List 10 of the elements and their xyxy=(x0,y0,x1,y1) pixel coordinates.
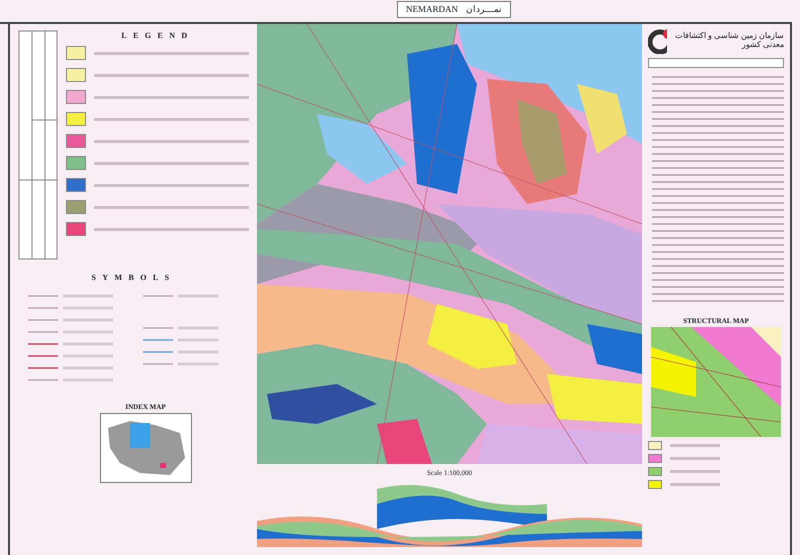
illegible-description xyxy=(670,456,720,460)
illegible-description xyxy=(670,444,720,446)
symbols-heading: SYMBOLS xyxy=(90,272,176,284)
map-title: NEMARDAN xyxy=(406,2,458,16)
legend-heading: LEGEND xyxy=(120,30,195,42)
illegible-description xyxy=(670,482,720,486)
logo-icon xyxy=(648,28,668,54)
publisher-name: سازمان زمین شناسی و اکتشافات معدنی کشور xyxy=(674,32,784,50)
illegible-description xyxy=(670,470,720,472)
map-title-persian: نمـــردان xyxy=(466,2,502,16)
